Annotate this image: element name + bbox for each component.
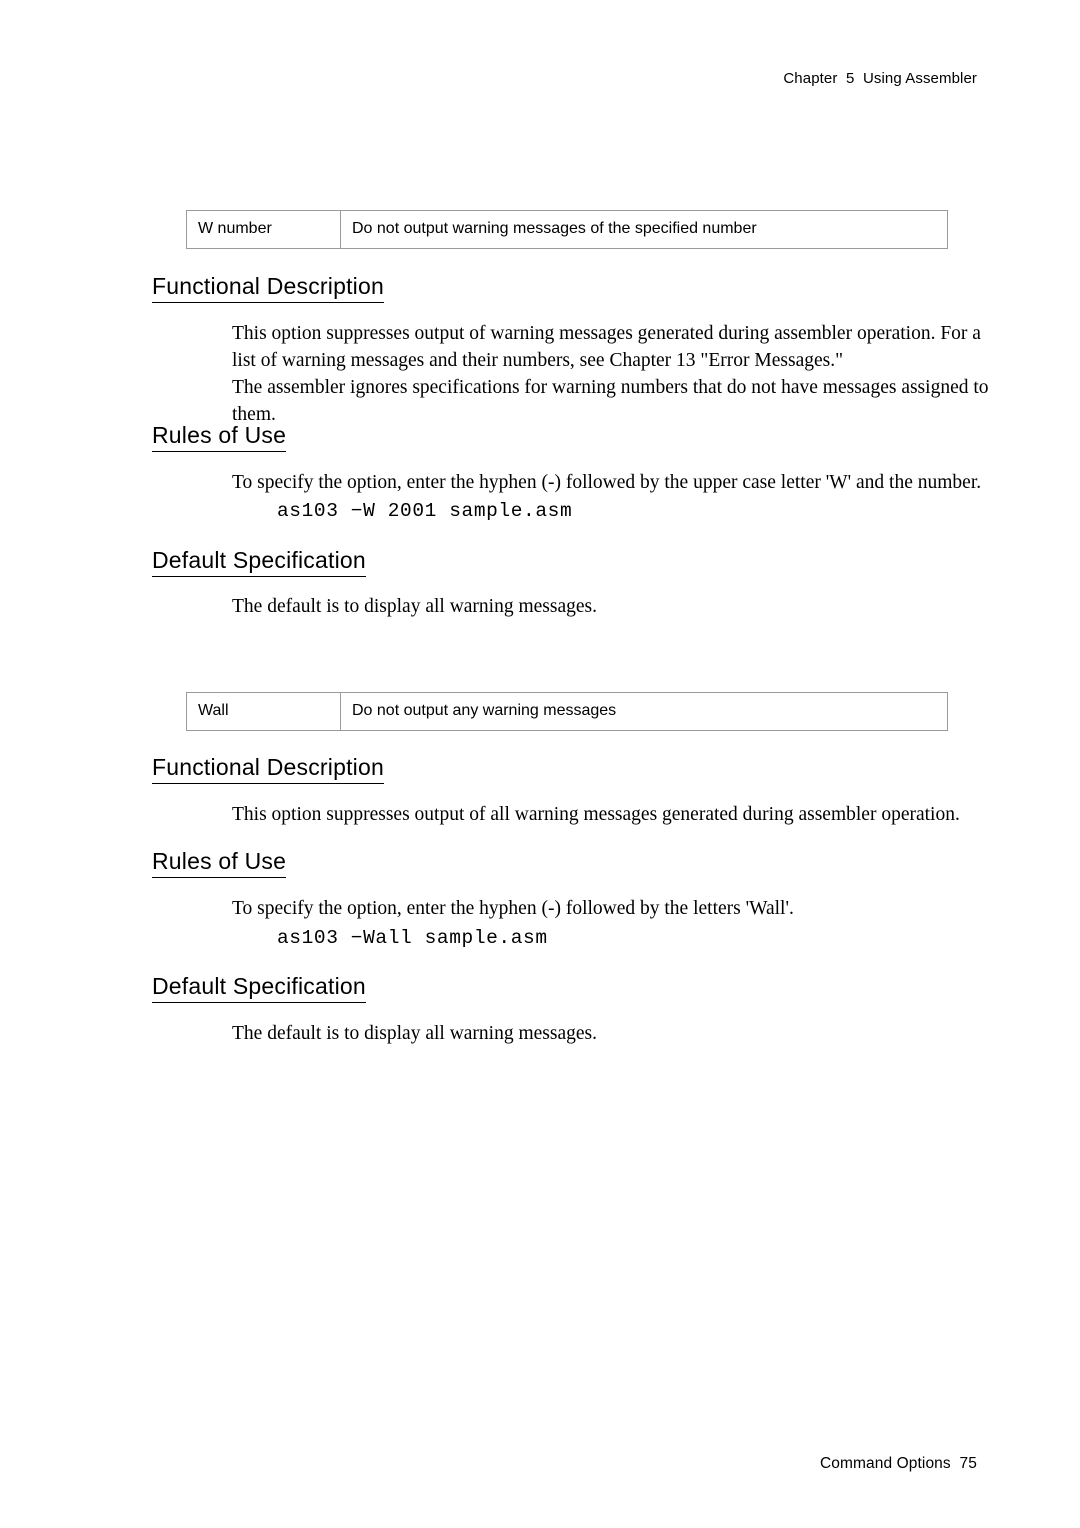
paragraph-default-specification-2: The default is to display all warning me… [232,1023,597,1044]
option-description-cell: Do not output warning messages of the sp… [340,209,948,250]
table-row: Wall Do not output any warning messages [186,691,948,732]
heading-functional-description-1: Functional Description [152,273,384,304]
paragraph-rules-of-use-2: To specify the option, enter the hyphen … [232,898,794,919]
paragraph-rules-of-use-1: To specify the option, enter the hyphen … [232,472,982,493]
document-page: Chapter 5 Using Assembler W number Do no… [0,0,1080,1528]
paragraph-functional-description-2: This option suppresses output of all war… [232,804,960,825]
option-table-wall: Wall Do not output any warning messages [186,691,948,732]
paragraph-default-specification-1: The default is to display all warning me… [232,596,597,617]
heading-default-specification-1: Default Specification [152,547,366,578]
paragraph-functional-description-1a: This option suppresses output of warning… [232,323,981,371]
heading-default-specification-2: Default Specification [152,973,366,1004]
running-header: Chapter 5 Using Assembler [783,70,977,87]
code-sample-w-number: as103 −W 2001 sample.asm [277,500,573,522]
code-sample-wall: as103 −Wall sample.asm [277,927,548,949]
table-row: W number Do not output warning messages … [186,209,948,250]
heading-rules-of-use-1: Rules of Use [152,422,287,453]
page-footer: Command Options 75 [820,1455,977,1472]
option-description-cell: Do not output any warning messages [340,691,948,732]
paragraph-functional-description-1b: The assembler ignores specifications for… [232,377,989,425]
option-table-w-number: W number Do not output warning messages … [186,209,948,250]
heading-functional-description-2: Functional Description [152,754,384,785]
heading-rules-of-use-2: Rules of Use [152,848,287,879]
option-name-cell: Wall [186,691,341,732]
option-name-cell: W number [186,209,341,250]
